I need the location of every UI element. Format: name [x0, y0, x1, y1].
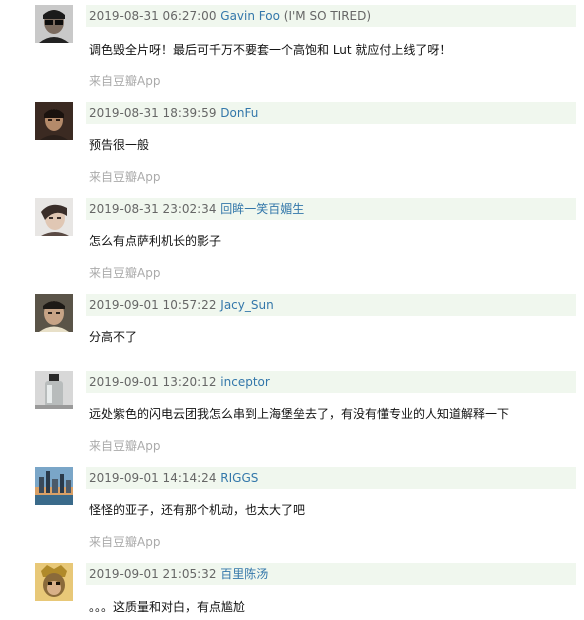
comment-text: 调色毁全片呀！最后可千万不要套一个高饱和 Lut 就应付上线了呀！: [89, 43, 452, 57]
comment-source: 来自豆瓣App: [89, 170, 161, 184]
comment-meta: 2019-08-31 23:02:34 回眸一笑百媚生: [86, 198, 576, 220]
comment-list: 2019-08-31 06:27:00 Gavin Foo (I'M SO TI…: [0, 0, 584, 620]
comment-meta: 2019-09-01 10:57:22 Jacy_Sun: [86, 294, 576, 316]
comment-author-link[interactable]: inceptor: [220, 375, 270, 389]
comment-time: 2019-08-31 23:02:34: [89, 202, 217, 216]
comment-time: 2019-09-01 21:05:32: [89, 567, 217, 581]
comment-time: 2019-09-01 10:57:22: [89, 298, 217, 312]
comment-author-link[interactable]: Jacy_Sun: [220, 298, 273, 312]
avatar-man-icon[interactable]: [35, 294, 73, 332]
comment-source: 来自豆瓣App: [89, 439, 161, 453]
comment-author-link[interactable]: 百里陈汤: [220, 567, 268, 581]
comment-text: 怪怪的亚子，还有那个机动，也太大了吧: [89, 503, 306, 517]
avatar-bottle-icon[interactable]: [35, 371, 73, 409]
comment-time: 2019-08-31 18:39:59: [89, 106, 217, 120]
comment-author-link[interactable]: DonFu: [220, 106, 258, 120]
comment-time: 2019-09-01 13:20:12: [89, 375, 217, 389]
avatar-city-icon[interactable]: [35, 467, 73, 505]
avatar-sunglasses-icon[interactable]: [35, 5, 73, 43]
comment-author-link[interactable]: 回眸一笑百媚生: [220, 202, 304, 216]
comment-text: 分高不了: [89, 330, 138, 344]
comment-author-note: (I'M SO TIRED): [283, 9, 372, 23]
comment-meta: 2019-09-01 13:20:12 inceptor: [86, 371, 576, 393]
comment-source: 来自豆瓣App: [89, 266, 161, 280]
comment-text: 怎么有点萨利机长的影子: [89, 234, 222, 248]
comment-author-link[interactable]: RIGGS: [220, 471, 258, 485]
comment-source: 来自豆瓣App: [89, 74, 161, 88]
comment-text: 远处紫色的闪电云团我怎么串到上海堡垒去了，有没有懂专业的人知道解释一下: [89, 407, 510, 421]
avatar-monkey-icon[interactable]: [35, 563, 73, 601]
avatar-face-icon[interactable]: [35, 198, 73, 236]
comment-time: 2019-08-31 06:27:00: [89, 9, 217, 23]
avatar-portrait-icon[interactable]: [35, 102, 73, 140]
comment-author-link[interactable]: Gavin Foo: [220, 9, 280, 23]
comment-text: 预告很一般: [89, 138, 150, 152]
comment-meta: 2019-08-31 18:39:59 DonFu: [86, 102, 576, 124]
comment-meta: 2019-08-31 06:27:00 Gavin Foo (I'M SO TI…: [86, 5, 576, 27]
comment-source: 来自豆瓣App: [89, 535, 161, 549]
comment-meta: 2019-09-01 21:05:32 百里陈汤: [86, 563, 576, 585]
comment-meta: 2019-09-01 14:14:24 RIGGS: [86, 467, 576, 489]
comment-text: 。。。这质量和对白，有点尴尬: [89, 600, 246, 614]
comment-time: 2019-09-01 14:14:24: [89, 471, 217, 485]
